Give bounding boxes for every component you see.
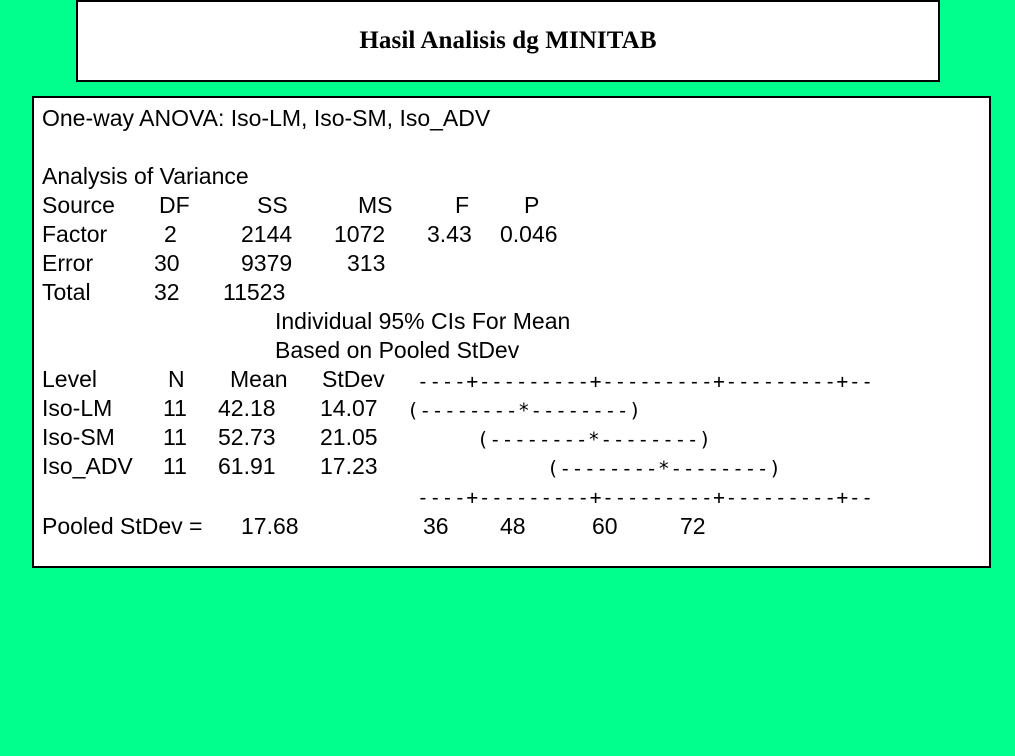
level-row-1-stdev: 14.07 xyxy=(320,395,378,421)
minitab-output-box: One-way ANOVA: Iso-LM, Iso-SM, Iso_ADV A… xyxy=(32,96,991,568)
ci-caption-line2: Based on Pooled StDev xyxy=(275,337,520,363)
anova-row-factor-ms: 1072 xyxy=(334,221,386,247)
level-header-n: N xyxy=(168,366,185,392)
pooled-stdev-label: Pooled StDev = xyxy=(42,513,203,539)
anova-row-total-source: Total xyxy=(42,279,91,305)
level-row-1-level: Iso-LM xyxy=(42,395,113,421)
anova-header-p: P xyxy=(524,192,540,218)
anova-row-total-ss: 11523 xyxy=(223,279,286,305)
anova-row-factor-df: 2 xyxy=(164,221,177,247)
ci-bar-1: (--------*--------) xyxy=(407,399,642,422)
level-row-2-n: 11 xyxy=(163,424,187,450)
level-row-3-n: 11 xyxy=(163,453,187,479)
anova-caption: Analysis of Variance xyxy=(42,163,249,189)
ci-axis-rule-bottom: ----+---------+---------+---------+-- xyxy=(417,486,874,509)
anova-header-ss: SS xyxy=(257,192,288,218)
ci-axis-tick-72: 72 xyxy=(680,513,706,539)
level-header-mean: Mean xyxy=(230,366,288,392)
anova-header-ms: MS xyxy=(358,192,393,218)
anova-row-factor-ss: 2144 xyxy=(241,221,293,247)
pooled-stdev-value: 17.68 xyxy=(241,513,299,539)
anova-row-factor-f: 3.43 xyxy=(427,221,472,247)
anova-row-total-df: 32 xyxy=(154,279,180,305)
page-title: Hasil Analisis dg MINITAB xyxy=(359,27,657,54)
anova-header-f: F xyxy=(455,192,470,218)
level-row-3-mean: 61.91 xyxy=(218,453,276,479)
level-row-2-stdev: 21.05 xyxy=(320,424,378,450)
anova-header-df: DF xyxy=(159,192,190,218)
anova-heading: One-way ANOVA: Iso-LM, Iso-SM, Iso_ADV xyxy=(42,105,491,131)
ci-bar-2: (--------*--------) xyxy=(477,428,712,451)
level-row-1-n: 11 xyxy=(163,395,187,421)
anova-header-source: Source xyxy=(42,192,115,218)
ci-axis-tick-48: 48 xyxy=(500,513,526,539)
ci-bar-3: (--------*--------) xyxy=(547,457,782,480)
title-box: Hasil Analisis dg MINITAB xyxy=(76,0,940,82)
ci-axis-tick-36: 36 xyxy=(423,513,449,539)
level-row-3-level: Iso_ADV xyxy=(42,453,133,479)
level-row-2-level: Iso-SM xyxy=(42,424,115,450)
level-header-level: Level xyxy=(42,366,97,392)
anova-row-factor-p: 0.046 xyxy=(500,221,558,247)
level-row-2-mean: 52.73 xyxy=(218,424,276,450)
anova-row-error-ss: 9379 xyxy=(241,250,293,276)
level-row-3-stdev: 17.23 xyxy=(320,453,378,479)
level-row-1-mean: 42.18 xyxy=(218,395,276,421)
ci-axis-rule-top: ----+---------+---------+---------+-- xyxy=(417,370,874,393)
anova-row-error-df: 30 xyxy=(154,250,180,276)
minitab-output-text: One-way ANOVA: Iso-LM, Iso-SM, Iso_ADV A… xyxy=(42,104,989,566)
anova-row-error-ms: 313 xyxy=(347,250,386,276)
anova-row-error-source: Error xyxy=(42,250,94,276)
ci-caption-line1: Individual 95% CIs For Mean xyxy=(275,308,571,334)
level-header-stdev: StDev xyxy=(322,366,385,392)
ci-axis-tick-60: 60 xyxy=(592,513,618,539)
anova-row-factor-source: Factor xyxy=(42,221,108,247)
